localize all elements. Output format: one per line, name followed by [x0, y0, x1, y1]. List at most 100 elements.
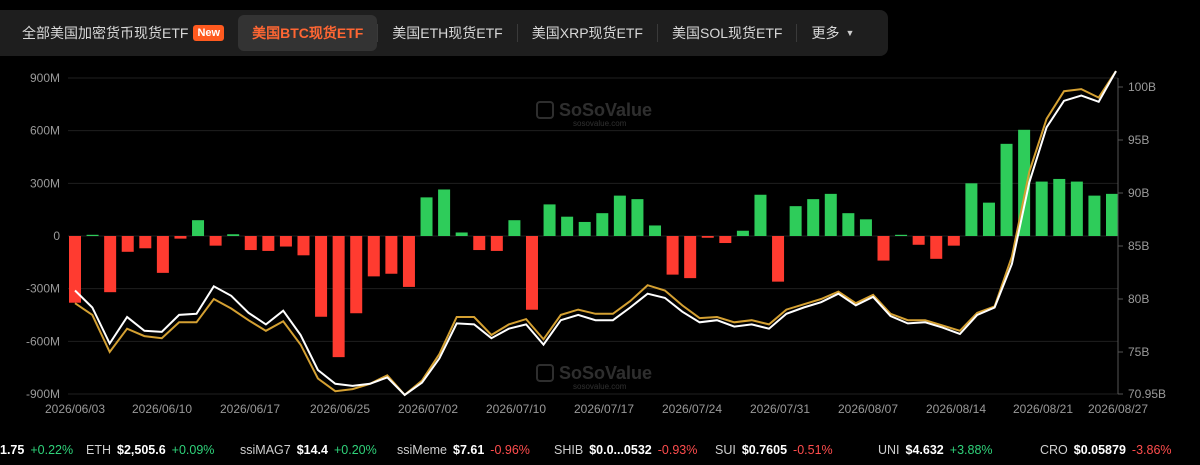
outflow-bar — [912, 236, 925, 245]
tab-label: 美国XRP现货ETF — [531, 25, 643, 41]
inflow-bar — [842, 213, 855, 236]
y-left-tick-label: -600M — [26, 334, 60, 348]
outflow-bar — [332, 236, 345, 358]
outflow-bar — [666, 236, 679, 275]
inflow-bar — [192, 220, 205, 236]
inflow-bar — [508, 220, 521, 236]
sosovalue-logo-icon — [536, 101, 554, 119]
x-tick-label: 2026/07/31 — [750, 402, 810, 416]
y-right-tick-label: 80B — [1128, 292, 1149, 306]
ticker-symbol: SHIB — [554, 443, 584, 457]
y-left-tick-label: -900M — [26, 387, 60, 401]
y-left-tick-label: 0 — [53, 229, 60, 243]
inflow-bar — [227, 234, 240, 236]
outflow-bar — [174, 236, 187, 239]
inflow-bar — [631, 199, 644, 236]
ticker-item[interactable]: ETH $2,505.6 +0.09% — [86, 443, 214, 457]
tab-xrp-spot-etf[interactable]: 美国XRP现货ETF — [518, 15, 657, 51]
inflow-bar — [543, 204, 556, 236]
inflow-bar — [824, 193, 837, 236]
y-right-tick-label: 75B — [1128, 345, 1149, 359]
x-tick-label: 2026/06/03 — [45, 402, 105, 416]
btc-etf-flow-chart: SoSoValuesosovalue.comSoSoValuesosovalue… — [26, 70, 1166, 416]
inflow-bar — [982, 202, 995, 236]
x-tick-label: 2026/06/25 — [310, 402, 370, 416]
watermark-domain: sosovalue.com — [573, 119, 627, 128]
outflow-bar — [262, 236, 275, 251]
ticker-item[interactable]: SUI $0.7605 -0.51% — [715, 443, 833, 457]
tab-label: 美国SOL现货ETF — [671, 25, 783, 41]
x-tick-label: 2026/06/10 — [132, 402, 192, 416]
inflow-bar — [1088, 195, 1101, 236]
outflow-bar — [684, 236, 697, 279]
y-left-tick-label: 300M — [30, 176, 60, 190]
more-dropdown[interactable]: 更多 ▼ — [797, 15, 868, 51]
ticker-symbol: CRO — [1040, 443, 1068, 457]
ticker-price: $14.4 — [296, 443, 328, 457]
outflow-bar — [367, 236, 380, 277]
tab-all-us-crypto-etf[interactable]: 全部美国加密货币现货ETF New — [8, 15, 238, 51]
ticker-change: +0.20% — [333, 443, 377, 457]
watermark-name: SoSoValue — [559, 363, 652, 383]
x-tick-label: 2026/07/10 — [486, 402, 546, 416]
tab-label: 全部美国加密货币现货ETF — [22, 25, 189, 41]
ticker-item[interactable]: CRO $0.05879 -3.86% — [1040, 443, 1172, 457]
ticker-symbol: UNI — [878, 443, 900, 457]
ticker-item[interactable]: ssiMeme $7.61 -0.96% — [397, 443, 530, 457]
x-tick-label: 2026/08/14 — [926, 402, 986, 416]
inflow-bar — [420, 197, 433, 236]
x-tick-label: 2026/08/07 — [838, 402, 898, 416]
chevron-down-icon: ▼ — [845, 28, 855, 38]
inflow-bar — [789, 206, 802, 236]
ticker-symbol: SUI — [715, 443, 736, 457]
etf-tab-bar: 全部美国加密货币现货ETF New 美国BTC现货ETF 美国ETH现货ETF … — [0, 10, 888, 56]
ticker-item[interactable]: ssiMAG7 $14.4 +0.20% — [240, 443, 377, 457]
inflow-bar — [649, 225, 662, 236]
ticker-symbol: ssiMeme — [397, 443, 448, 457]
inflow-bar — [736, 230, 749, 236]
ticker-item[interactable]: SHIB $0.0...0532 -0.93% — [554, 443, 697, 457]
ticker-change: +0.22% — [30, 443, 74, 457]
y-left-tick-label: -300M — [26, 282, 60, 296]
ticker-item[interactable]: UNI $4.632 +3.88% — [878, 443, 993, 457]
outflow-bar — [156, 236, 169, 273]
outflow-bar — [772, 236, 785, 282]
outflow-bar — [209, 236, 222, 246]
more-label: 更多 — [811, 25, 840, 41]
outflow-bar — [139, 236, 152, 249]
x-tick-label: 2026/07/24 — [662, 402, 722, 416]
tab-sol-spot-etf[interactable]: 美国SOL现货ETF — [658, 15, 796, 51]
inflow-bar — [438, 189, 451, 236]
ticker-price: $7.61 — [453, 443, 485, 457]
tab-btc-spot-etf[interactable]: 美国BTC现货ETF — [238, 15, 378, 51]
inflow-bar — [859, 219, 872, 236]
inflow-bar — [1035, 181, 1048, 236]
ticker-price: $0.0...0532 — [589, 443, 652, 457]
outflow-bar — [69, 236, 81, 303]
y-right-tick-label: 90B — [1128, 186, 1149, 200]
ticker-item[interactable]: 1.75 +0.22% — [0, 443, 73, 457]
watermark-logo: SoSoValuesosovalue.com — [536, 363, 652, 391]
watermark-layer: SoSoValuesosovalue.comSoSoValuesosovalue… — [536, 100, 652, 391]
y-right-tick-label: 85B — [1128, 239, 1149, 253]
y-right-tick-label: 100B — [1128, 80, 1156, 94]
inflow-bar — [561, 216, 574, 236]
outflow-bar — [244, 236, 257, 251]
ticker-change: +0.09% — [171, 443, 215, 457]
inflow-bar — [1070, 181, 1083, 236]
x-tick-label: 2026/06/17 — [220, 402, 280, 416]
y-left-tick-label: 900M — [30, 71, 60, 85]
inflow-bar — [86, 234, 99, 236]
ticker-change: -3.86% — [1131, 443, 1172, 457]
outflow-bar — [297, 236, 310, 256]
outflow-bar — [279, 236, 292, 247]
outflow-bar — [930, 236, 943, 259]
outflow-bar — [402, 236, 415, 287]
y-right-tick-label: 95B — [1128, 133, 1149, 147]
tab-eth-spot-etf[interactable]: 美国ETH现货ETF — [378, 15, 516, 51]
x-tick-label: 2026/07/02 — [398, 402, 458, 416]
x-tick-label: 2026/08/21 — [1013, 402, 1073, 416]
y-right-tick-label: 70.95B — [1128, 387, 1166, 401]
x-tick-label: 2026/07/17 — [574, 402, 634, 416]
outflow-bar — [947, 236, 960, 246]
